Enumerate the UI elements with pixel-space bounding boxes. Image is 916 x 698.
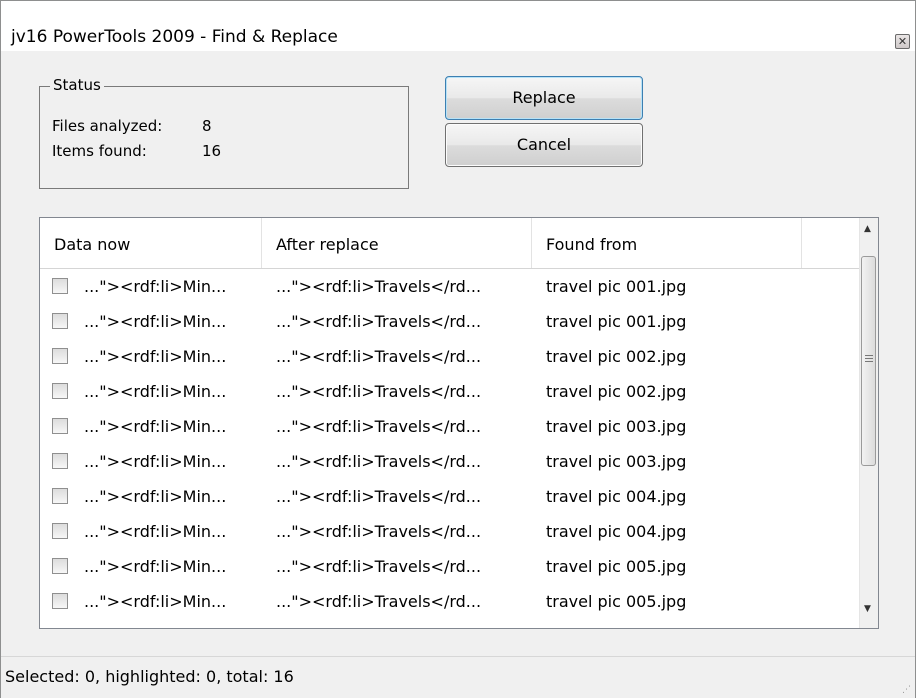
cell-found-from: travel pic 001.jpg [546, 312, 687, 331]
cell-data-now: ..."><rdf:li>Min... [84, 557, 227, 576]
row-checkbox[interactable] [52, 278, 68, 294]
resize-grip-icon[interactable]: ⋰ [902, 685, 911, 695]
cell-found-from: travel pic 002.jpg [546, 347, 687, 366]
find-replace-window: jv16 PowerTools 2009 - Find & Replace ✕ … [0, 0, 916, 698]
row-checkbox[interactable] [52, 488, 68, 504]
table-row[interactable]: ..."><rdf:li>Min... ..."><rdf:li>Travels<… [40, 619, 862, 629]
column-header-data-now[interactable]: Data now [40, 218, 262, 268]
list-rows: ..."><rdf:li>Min... ..."><rdf:li>Travels<… [40, 269, 862, 629]
scroll-thumb[interactable] [861, 256, 876, 466]
cell-data-now: ..."><rdf:li>Min... [84, 522, 227, 541]
cell-data-now: ..."><rdf:li>Min... [84, 312, 227, 331]
table-row[interactable]: ..."><rdf:li>Min... ..."><rdf:li>Travels<… [40, 444, 862, 479]
table-row[interactable]: ..."><rdf:li>Min... ..."><rdf:li>Travels<… [40, 479, 862, 514]
row-checkbox[interactable] [52, 453, 68, 469]
files-analyzed-row: Files analyzed: 8 [52, 117, 212, 135]
cell-found-from: travel pic 003.jpg [546, 452, 687, 471]
cell-after-replace: ..."><rdf:li>Travels</rd... [276, 487, 482, 506]
cell-after-replace: ..."><rdf:li>Travels</rd... [276, 557, 482, 576]
table-row[interactable]: ..."><rdf:li>Min... ..."><rdf:li>Travels<… [40, 514, 862, 549]
cell-data-now: ..."><rdf:li>Min... [84, 277, 227, 296]
cell-found-from: travel pic 002.jpg [546, 382, 687, 401]
table-row[interactable]: ..."><rdf:li>Min... ..."><rdf:li>Travels<… [40, 584, 862, 619]
scroll-up-icon[interactable]: ▲ [864, 224, 871, 234]
cell-data-now: ..."><rdf:li>Min... [84, 417, 227, 436]
cell-data-now: ..."><rdf:li>Min... [84, 452, 227, 471]
cell-found-from: travel pic 005.jpg [546, 592, 687, 611]
cell-after-replace: ..."><rdf:li>Travels</rd... [276, 382, 482, 401]
row-checkbox[interactable] [52, 418, 68, 434]
cell-after-replace: ..."><rdf:li>Travels</rd... [276, 417, 482, 436]
column-header-after-replace[interactable]: After replace [262, 218, 532, 268]
row-checkbox[interactable] [52, 313, 68, 329]
grip-icon [865, 355, 873, 364]
table-row[interactable]: ..."><rdf:li>Min... ..."><rdf:li>Travels<… [40, 409, 862, 444]
cell-found-from: travel pic 005.jpg [546, 557, 687, 576]
status-legend: Status [50, 76, 104, 94]
cell-found-from: travel pic 003.jpg [546, 417, 687, 436]
cell-found-from: travel pic 004.jpg [546, 487, 687, 506]
files-analyzed-label: Files analyzed: [52, 117, 163, 135]
items-found-value: 16 [202, 142, 222, 160]
replace-button[interactable]: Replace [445, 76, 643, 120]
table-row[interactable]: ..."><rdf:li>Min... ..."><rdf:li>Travels<… [40, 549, 862, 584]
row-checkbox[interactable] [52, 348, 68, 364]
cell-data-now: ..."><rdf:li>Min... [84, 382, 227, 401]
status-group: Status Files analyzed: 8 Items found: 16 [39, 76, 409, 189]
window-title: jv16 PowerTools 2009 - Find & Replace [11, 27, 338, 47]
items-found-label: Items found: [52, 142, 147, 160]
table-row[interactable]: ..."><rdf:li>Min... ..."><rdf:li>Travels<… [40, 269, 862, 304]
row-checkbox[interactable] [52, 593, 68, 609]
cell-after-replace: ..."><rdf:li>Travels</rd... [276, 277, 482, 296]
scroll-down-icon[interactable]: ▼ [864, 604, 871, 614]
status-bar: Selected: 0, highlighted: 0, total: 16 ⋰ [1, 656, 915, 698]
title-bar[interactable]: jv16 PowerTools 2009 - Find & Replace ✕ [1, 1, 915, 51]
table-row[interactable]: ..."><rdf:li>Min... ..."><rdf:li>Travels<… [40, 374, 862, 409]
vertical-scrollbar[interactable]: ▲ ▼ [859, 218, 878, 628]
row-checkbox[interactable] [52, 523, 68, 539]
cell-after-replace: ..."><rdf:li>Travels</rd... [276, 592, 482, 611]
files-analyzed-value: 8 [202, 117, 212, 135]
cell-found-from: travel pic 004.jpg [546, 522, 687, 541]
row-checkbox[interactable] [52, 383, 68, 399]
table-row[interactable]: ..."><rdf:li>Min... ..."><rdf:li>Travels<… [40, 304, 862, 339]
column-header-found-from[interactable]: Found from [532, 218, 802, 268]
cell-data-now: ..."><rdf:li>Min... [84, 592, 227, 611]
results-list[interactable]: Data now After replace Found from ..."><… [39, 217, 879, 629]
cell-data-now: ..."><rdf:li>Min... [84, 619, 260, 628]
row-checkbox[interactable] [52, 558, 68, 574]
items-found-row: Items found: 16 [52, 142, 221, 160]
cell-after-replace: ..."><rdf:li>Travels</rd... [276, 312, 482, 331]
cell-after-replace: ..."><rdf:li>Travels</rd... [276, 347, 482, 366]
cell-found-from: travel pic 001.jpg [546, 277, 687, 296]
list-header: Data now After replace Found from [40, 218, 862, 269]
cancel-button[interactable]: Cancel [445, 123, 643, 167]
cell-after-replace: ..."><rdf:li>Travels</rd... [276, 619, 530, 628]
status-bar-text: Selected: 0, highlighted: 0, total: 16 [5, 667, 294, 686]
cell-data-now: ..."><rdf:li>Min... [84, 347, 227, 366]
cell-found-from: travel pic 006.jpg [546, 619, 800, 628]
cell-data-now: ..."><rdf:li>Min... [84, 487, 227, 506]
column-header-empty[interactable] [802, 218, 862, 268]
close-icon[interactable]: ✕ [895, 34, 910, 49]
cell-after-replace: ..."><rdf:li>Travels</rd... [276, 452, 482, 471]
row-checkbox[interactable] [52, 628, 68, 629]
cell-after-replace: ..."><rdf:li>Travels</rd... [276, 522, 482, 541]
table-row[interactable]: ..."><rdf:li>Min... ..."><rdf:li>Travels<… [40, 339, 862, 374]
